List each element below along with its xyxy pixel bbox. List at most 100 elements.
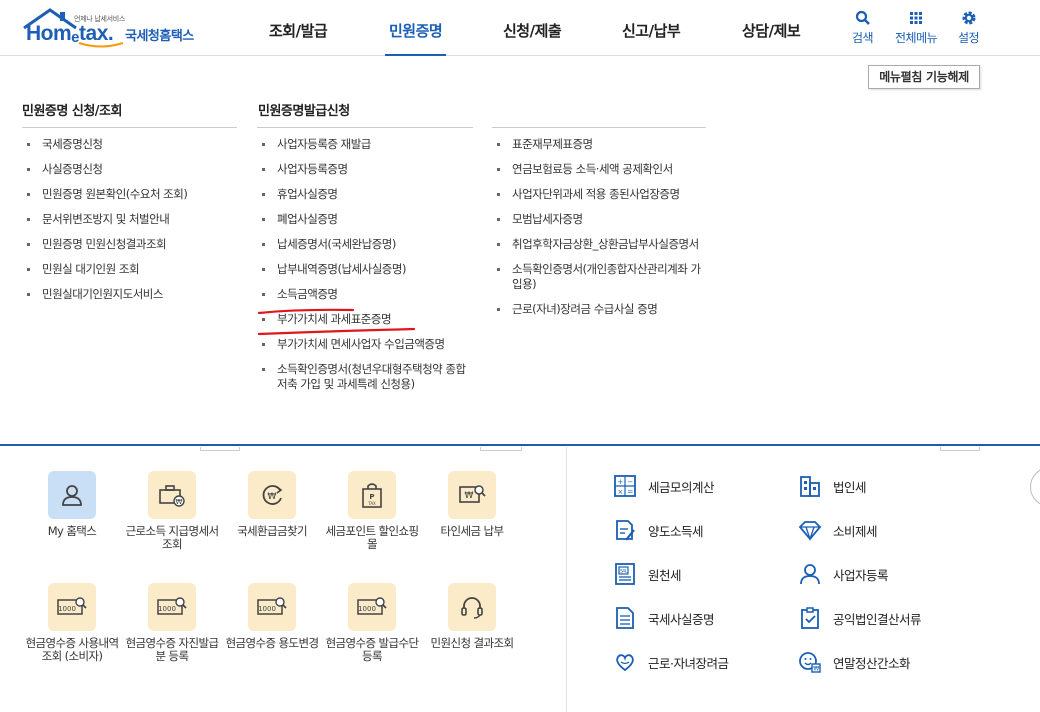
- settings-button[interactable]: 설정: [958, 10, 980, 46]
- receipt-search-icon: 1000: [57, 597, 87, 615]
- quick-link-year-end-settlement[interactable]: ₩ 연말정산간소화: [797, 648, 911, 676]
- menu-item[interactable]: 부가가치세 면세사업자 수입금액증명: [259, 337, 473, 352]
- menu-item[interactable]: 휴업사실증명: [259, 187, 473, 202]
- svg-text:₩: ₩: [465, 491, 474, 501]
- user-icon: [62, 485, 82, 506]
- service-cash-receipt-history[interactable]: 1000 현금영수증 사용내역조회 (소비자): [22, 583, 122, 663]
- menu-item[interactable]: 납부내역증명(납세사실증명): [259, 262, 473, 277]
- quick-link-tax-fact-certificate[interactable]: 국세사실증명: [612, 604, 715, 632]
- annotation-underline: [258, 308, 355, 315]
- svg-text:SAL: SAL: [620, 569, 628, 575]
- menu-item[interactable]: 문서위변조방지 및 처벌안내: [24, 212, 239, 227]
- col1-title: 민원증명 신청/조회: [22, 104, 122, 119]
- unpin-menu-button[interactable]: 메뉴펼침 기능해제: [868, 65, 980, 89]
- menu-item[interactable]: 납세증명서(국세완납증명): [259, 237, 473, 252]
- menu-item[interactable]: 소득확인증명서(청년우대형주택청약 종합저축 가입 및 과세특례 신청용): [259, 362, 473, 392]
- col2-divider: [257, 127, 473, 128]
- annotation-underline: [258, 327, 416, 336]
- menu-item[interactable]: 근로(자녀)장려금 수급사실 증명: [494, 302, 706, 317]
- section-divider: [566, 447, 567, 712]
- menu-item[interactable]: 국세증명신청: [24, 137, 239, 152]
- search-icon: [855, 10, 870, 25]
- svg-text:₩: ₩: [176, 498, 183, 506]
- menu-item[interactable]: 모범납세자증명: [494, 212, 706, 227]
- quick-link-consumption-tax[interactable]: 소비제세: [797, 516, 878, 544]
- nav-inquiry[interactable]: 조회/발급: [269, 20, 328, 41]
- svg-text:₩: ₩: [268, 492, 277, 502]
- diamond-icon: [798, 521, 822, 542]
- heart-hand-icon: [616, 654, 634, 672]
- menu-item[interactable]: 사업자등록증명: [259, 162, 473, 177]
- all-menu-button[interactable]: 전체메뉴: [895, 10, 938, 46]
- menu-item[interactable]: 민원증명 민원신청결과조회: [24, 237, 239, 252]
- nav-civil-certificates[interactable]: 민원증명: [384, 20, 447, 56]
- clipboard-check-icon: [801, 607, 819, 629]
- service-cash-receipt-self-register[interactable]: 1000 현금영수증 자진발급분 등록: [122, 583, 222, 663]
- search-button[interactable]: 검색: [852, 10, 874, 46]
- quick-link-earned-child-incentive[interactable]: 근로·자녀장려금: [612, 648, 729, 676]
- svg-text:P: P: [369, 493, 374, 501]
- hometax-logo[interactable]: 언제나 납세서비스 Hometax. 국세청홈택스: [22, 8, 212, 48]
- briefcase-icon: ₩: [159, 485, 185, 507]
- nav-application[interactable]: 신청/제출: [503, 20, 562, 41]
- col3-divider: [492, 127, 706, 128]
- menu-item-income-certificate[interactable]: 소득금액증명: [259, 287, 473, 302]
- calculator-icon: + −× =: [614, 475, 636, 497]
- menu-item[interactable]: 표준재무제표증명: [494, 137, 706, 152]
- document-list-icon: [616, 607, 634, 629]
- shopping-bag-icon: PTAX: [362, 483, 382, 508]
- service-civil-result-inquiry[interactable]: 민원신청 결과조회: [422, 583, 522, 650]
- col3-list: 표준재무제표증명 연금보험료등 소득·세액 공제확인서 사업자단위과세 적용 종…: [494, 137, 706, 317]
- service-cash-receipt-issue-method[interactable]: 1000 현금영수증 발급수단 등록: [322, 583, 422, 663]
- col1-divider: [22, 127, 237, 128]
- menu-item[interactable]: 민원실 대기인원 조회: [24, 262, 239, 277]
- svg-text:=: =: [627, 488, 633, 496]
- menu-item[interactable]: 사업자단위과세 적용 종된사업장증명: [494, 187, 706, 202]
- header: 언제나 납세서비스 Hometax. 국세청홈택스 조회/발급 민원증명 신청/…: [0, 0, 1040, 56]
- menu-item[interactable]: 폐업사실증명: [259, 212, 473, 227]
- gear-icon: [962, 11, 976, 25]
- col2-list: 사업자등록증 재발급 사업자등록증명 휴업사실증명 폐업사실증명 납세증명서(국…: [259, 137, 473, 392]
- quick-link-withholding-tax[interactable]: SAL 원천세: [612, 560, 682, 588]
- col1-list: 국세증명신청 사실증명신청 민원증명 원본확인(수요처 조회) 문서위변조방지 …: [24, 137, 239, 302]
- svg-text:1000: 1000: [258, 605, 276, 613]
- service-pay-others-tax[interactable]: ₩ 타인세금 납부: [422, 471, 522, 538]
- menu-item[interactable]: 민원증명 원본확인(수요처 조회): [24, 187, 239, 202]
- tab-stub: [940, 447, 980, 451]
- svg-text:−: −: [627, 478, 633, 486]
- building-icon: [800, 476, 820, 497]
- main-content: My 홈택스 ₩ 근로소득 지급명세서 조회 ₩ 국세환급금찾기 P TAX 세금…: [0, 447, 1040, 712]
- svg-text:+: +: [617, 478, 623, 486]
- quick-link-capital-gains-tax[interactable]: 양도소득세: [612, 516, 704, 544]
- service-tax-point-mall[interactable]: P TAX 세금포인트 할인쇼핑몰: [322, 471, 422, 551]
- grid-menu-icon: [910, 12, 923, 24]
- nav-report-payment[interactable]: 신고/납부: [622, 20, 681, 41]
- svg-text:₩: ₩: [813, 666, 819, 673]
- menu-item[interactable]: 연금보험료등 소득·세액 공제확인서: [494, 162, 706, 177]
- menu-item[interactable]: 취업후학자금상환_상환금납부사실증명서: [494, 237, 706, 252]
- quick-link-business-registration[interactable]: 사업자등록: [797, 560, 889, 588]
- tab-stub: [200, 447, 240, 451]
- svg-text:TAX: TAX: [367, 501, 376, 506]
- document-pen-icon: [616, 520, 635, 541]
- service-earned-income-statement[interactable]: ₩ 근로소득 지급명세서 조회: [122, 471, 222, 551]
- menu-item[interactable]: 소득확인증명서(개인종합자산관리계좌 가입용): [494, 262, 706, 292]
- nav-consult[interactable]: 상담/제보: [742, 20, 801, 41]
- svg-text:×: ×: [617, 488, 622, 496]
- service-my-hometax[interactable]: My 홈택스: [22, 471, 122, 538]
- quick-link-corporate-tax[interactable]: 법인세: [797, 472, 867, 500]
- receipt-search-icon: 1000: [257, 597, 287, 615]
- tab-stub: [480, 447, 522, 451]
- refund-icon: ₩: [262, 485, 283, 505]
- service-tax-refund-search[interactable]: ₩ 국세환급금찾기: [222, 471, 322, 538]
- menu-item[interactable]: 사실증명신청: [24, 162, 239, 177]
- logo-swoosh-icon: [78, 42, 124, 48]
- menu-item[interactable]: 사업자등록증 재발급: [259, 137, 473, 152]
- service-cash-receipt-change-use[interactable]: 1000 현금영수증 용도변경: [222, 583, 322, 650]
- menu-item[interactable]: 민원실대기인원지도서비스: [24, 287, 239, 302]
- quick-link-tax-calculator[interactable]: + − × = 세금모의계산: [612, 472, 715, 500]
- quick-link-public-corp-settlement[interactable]: 공익법인결산서류: [797, 604, 922, 632]
- user-icon: [800, 564, 820, 585]
- receipt-search-icon: 1000: [357, 597, 387, 615]
- side-scroll-button[interactable]: [1030, 467, 1040, 507]
